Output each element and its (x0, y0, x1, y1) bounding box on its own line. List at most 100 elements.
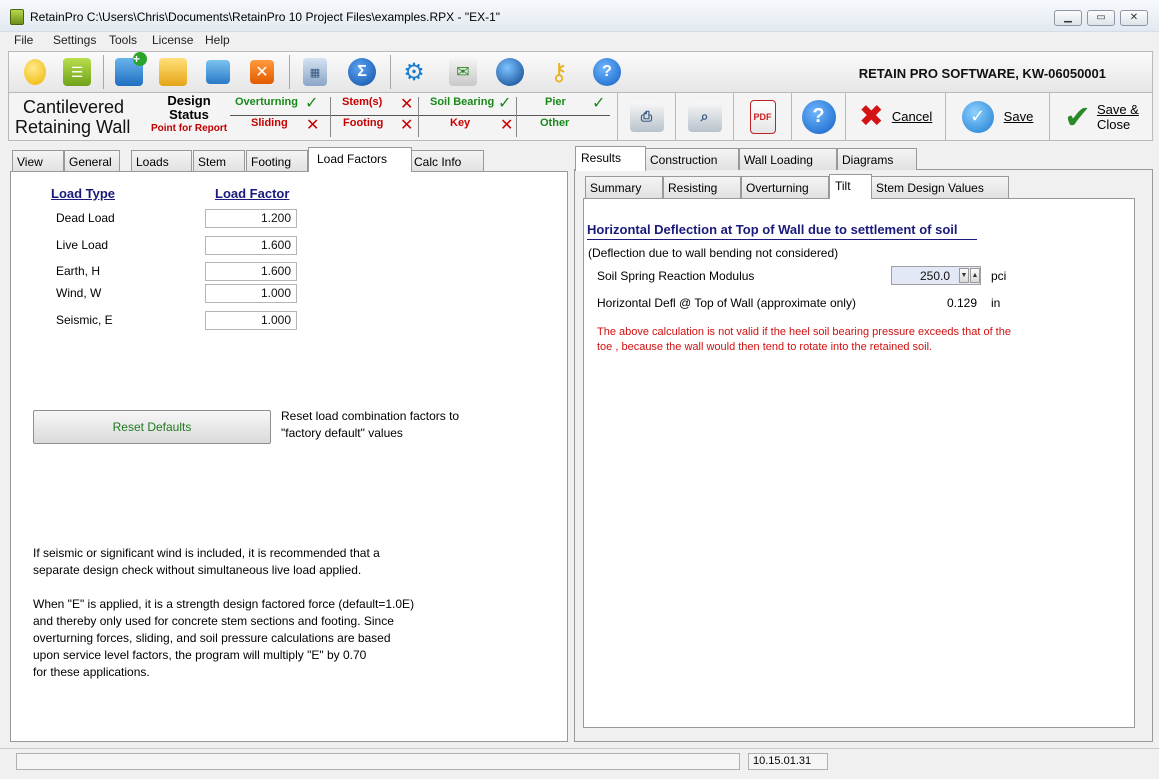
tab-diagrams[interactable]: Diagrams (837, 148, 917, 170)
cancel-x-icon: ✖ (858, 100, 884, 133)
deflection-value: 0.129 (947, 296, 978, 310)
title-bar: RetainPro C:\Users\Chris\Documents\Retai… (0, 0, 1159, 32)
sigma-icon: Σ (348, 58, 376, 86)
print-button[interactable]: ⎙ (617, 93, 675, 140)
tab-load-factors[interactable]: Load Factors (308, 147, 412, 172)
tab-stem[interactable]: Stem (193, 150, 245, 172)
tab-footing[interactable]: Footing (246, 150, 308, 172)
menu-tools[interactable]: Tools (109, 33, 137, 47)
subtab-summary[interactable]: Summary (585, 176, 663, 198)
close-icon[interactable]: ✕ (1120, 10, 1148, 26)
status-key[interactable]: Key (450, 117, 470, 129)
print-preview-button[interactable]: ⌕ (675, 93, 733, 140)
check-icon: ✓ (498, 95, 512, 112)
list-button[interactable]: ☰ (57, 54, 97, 90)
wind-load-factor-input[interactable]: 1.000 (205, 284, 297, 303)
subtab-stem-design-values[interactable]: Stem Design Values (871, 176, 1009, 198)
menu-bar: File Settings Tools License Help (0, 32, 1159, 50)
subtab-resisting[interactable]: Resisting (663, 176, 741, 198)
save-check-icon: ✓ (961, 100, 994, 133)
lightbulb-icon (24, 59, 46, 85)
calculator-icon: ▦ (303, 58, 327, 86)
wall-type-title: Cantilevered Retaining Wall (15, 97, 131, 137)
menu-file[interactable]: File (14, 33, 33, 47)
reset-defaults-button[interactable]: Reset Defaults (33, 410, 271, 444)
modulus-label: Soil Spring Reaction Modulus (597, 269, 755, 283)
status-sliding[interactable]: Sliding (251, 117, 288, 129)
close-file-button[interactable]: ✕ (242, 54, 282, 90)
deflection-subnote: (Deflection due to wall bending not cons… (588, 246, 839, 260)
tab-construction[interactable]: Construction (645, 148, 739, 170)
help-icon: ? (801, 99, 836, 134)
list-icon: ☰ (63, 58, 91, 86)
rotation-warning: The above calculation is not valid if th… (597, 326, 1011, 353)
x-mark-icon: ✕ (500, 117, 514, 134)
tab-results[interactable]: Results (575, 146, 646, 171)
subtab-tilt[interactable]: Tilt (829, 174, 872, 199)
tab-general[interactable]: General (64, 150, 120, 172)
settings-button[interactable]: ⚙ (394, 54, 434, 90)
status-overturning[interactable]: Overturning (235, 96, 298, 108)
license-button[interactable]: ⚷ (539, 54, 579, 90)
menu-settings[interactable]: Settings (53, 33, 96, 47)
sum-button[interactable]: Σ (342, 54, 382, 90)
pdf-button[interactable]: PDF (733, 93, 791, 140)
web-button[interactable] (490, 54, 530, 90)
live-load-factor-input[interactable]: 1.600 (205, 236, 297, 255)
help-button[interactable]: ? (587, 54, 627, 90)
window-title: RetainPro C:\Users\Chris\Documents\Retai… (30, 10, 501, 24)
earth-load-label: Earth, H (56, 264, 101, 278)
design-status-row: Cantilevered Retaining Wall Design Statu… (8, 93, 1153, 141)
maximize-icon[interactable]: ▭ (1087, 10, 1115, 26)
seismic-load-label: Seismic, E (56, 313, 113, 327)
modulus-stepper[interactable]: 250.0 ▼ ▲ (891, 266, 981, 285)
status-stems[interactable]: Stem(s) (342, 96, 382, 108)
cancel-button[interactable]: ✖ Cancel (845, 93, 945, 140)
x-mark-icon: ✕ (400, 117, 414, 134)
modulus-unit: pci (991, 269, 1007, 283)
deflection-unit: in (991, 296, 1001, 310)
status-footing[interactable]: Footing (343, 117, 383, 129)
close-x-icon: ✕ (250, 60, 274, 84)
print-preview-icon: ⌕ (687, 101, 722, 132)
tab-wall-loading[interactable]: Wall Loading (739, 148, 837, 170)
menu-help[interactable]: Help (205, 33, 230, 47)
email-icon: ✉ (449, 58, 477, 86)
open-folder-icon (159, 58, 187, 86)
subtab-overturning[interactable]: Overturning (741, 176, 829, 198)
save-close-button[interactable]: ✔ Save & Close (1049, 93, 1153, 140)
stepper-down-icon[interactable]: ▼ (959, 268, 969, 283)
open-file-button[interactable] (153, 54, 193, 90)
tab-calc-info[interactable]: Calc Info (409, 150, 484, 172)
menu-license[interactable]: License (152, 33, 193, 47)
tips-button[interactable] (15, 54, 55, 90)
company-license: RETAIN PRO SOFTWARE, KW-06050001 (858, 66, 1106, 81)
wind-load-label: Wind, W (56, 286, 102, 300)
status-other[interactable]: Other (540, 117, 569, 129)
printer-icon: ⎙ (629, 101, 664, 132)
checkmark-icon: ✔ (1064, 98, 1091, 135)
seismic-factor-note: When "E" is applied, it is a strength de… (33, 597, 415, 679)
dead-load-factor-input[interactable]: 1.200 (205, 209, 297, 228)
save-button[interactable]: ✓ Save (945, 93, 1049, 140)
status-pier[interactable]: Pier (545, 96, 566, 108)
seismic-load-factor-input[interactable]: 1.000 (205, 311, 297, 330)
stepper-up-icon[interactable]: ▲ (970, 268, 980, 283)
pdf-icon: PDF (749, 99, 776, 134)
new-file-button[interactable]: + (109, 52, 149, 90)
save-file-button[interactable] (198, 54, 238, 90)
minimize-icon[interactable]: ▁ (1054, 10, 1082, 26)
version-field: 10.15.01.31 (748, 753, 828, 770)
live-load-label: Live Load (56, 238, 109, 252)
earth-load-factor-input[interactable]: 1.600 (205, 262, 297, 281)
status-message-field (16, 753, 740, 770)
email-button[interactable]: ✉ (443, 54, 483, 90)
check-icon: ✓ (592, 95, 606, 112)
tab-loads[interactable]: Loads (131, 150, 192, 172)
point-for-report-label: Point for Report (151, 123, 228, 134)
status-soil-bearing[interactable]: Soil Bearing (430, 96, 494, 108)
calculator-button[interactable]: ▦ (295, 54, 335, 90)
tab-view[interactable]: View (12, 150, 64, 172)
help-report-button[interactable]: ? (791, 93, 845, 140)
floppy-disk-icon (206, 60, 230, 84)
